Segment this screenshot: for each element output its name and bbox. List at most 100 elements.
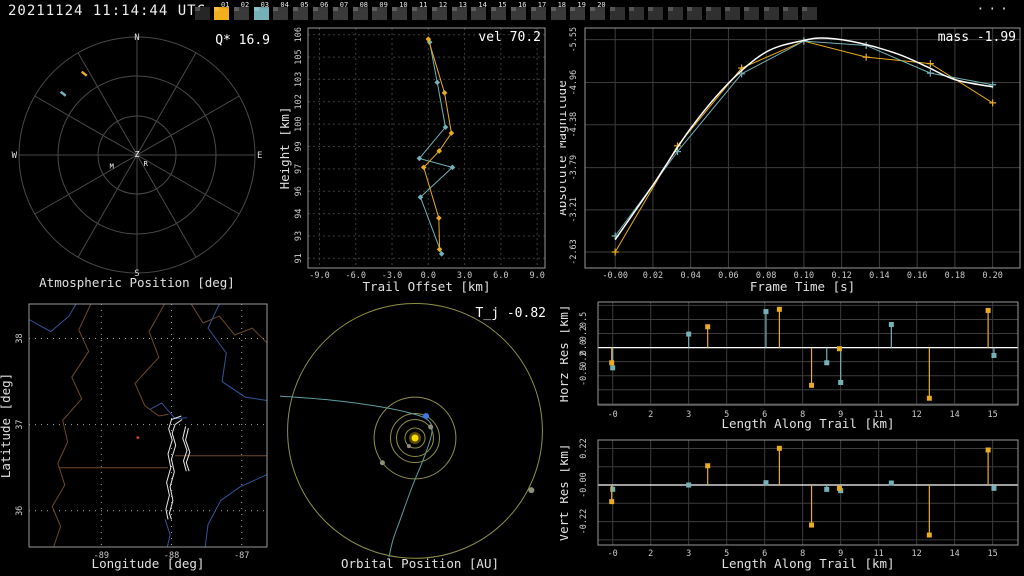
frame-tab-03[interactable]: 03 — [253, 1, 269, 20]
planet-mercury — [406, 444, 411, 449]
frame-tab-13[interactable]: 13 — [451, 1, 467, 20]
y-tick-label: 94 — [294, 208, 304, 218]
x-tick-label: -9.0 — [309, 271, 329, 281]
y-axis-label: Vert Res [km] — [560, 444, 571, 542]
frame-tab-blank-2[interactable] — [629, 7, 645, 20]
horz-res-chart: -0 2 3 5 6 8 9 11 12 14 150.50.20.0-0.2-0.5Length … — [560, 301, 1019, 431]
y-tick-label: -3.79 — [569, 155, 579, 181]
river-4 — [164, 519, 171, 548]
tab-notch — [233, 7, 239, 11]
frame-tab-blank-1[interactable] — [610, 7, 625, 20]
frame-tab-blank-11[interactable] — [802, 7, 817, 20]
frame-tab-blank-4[interactable] — [667, 7, 683, 20]
x-axis-label: Length Along Trail [km] — [721, 556, 894, 571]
annotation: Q* 16.9 — [215, 33, 270, 48]
trail-offset-panel: -9.0 -6.0 -3.0 0.0 3.0 6.0 9.0 91 93 94 96 97 99 100 1… — [280, 25, 560, 300]
frame-tab-02[interactable]: 02 — [233, 1, 249, 20]
frame-tab-17[interactable]: 17 — [530, 1, 546, 20]
frame-tab-blank-lead[interactable] — [195, 7, 210, 20]
frame-tab-blank-5[interactable] — [686, 7, 702, 20]
frame-tab-19[interactable]: 19 — [570, 1, 586, 20]
planet-mars — [379, 460, 385, 466]
tab-notch — [352, 7, 358, 11]
frame-tab-07[interactable]: 07 — [332, 1, 348, 20]
panel-title: Orbital Position [AU] — [341, 556, 499, 571]
river-1 — [207, 303, 268, 401]
tab-notch — [471, 7, 477, 11]
tab-notch — [763, 7, 769, 11]
x-tick-label: 15 — [988, 410, 998, 420]
frame-tab-16[interactable]: 16 — [511, 1, 526, 20]
tab-number: 20 — [597, 1, 606, 9]
tab-number: 17 — [537, 1, 547, 9]
frame-tab-15[interactable]: 15 — [491, 1, 507, 20]
main-screen: 20211124 11:14:44 UTC 01 02 03 04 05 06 07 08 09… — [0, 0, 1024, 576]
lake-shore-2 — [182, 426, 188, 472]
series-station-2 — [416, 39, 456, 257]
frame-tab-04[interactable]: 04 — [273, 1, 289, 20]
overflow-menu[interactable]: ··· — [977, 2, 1012, 17]
x-tick-label: 0.04 — [680, 271, 700, 281]
lake-shore-1 — [168, 419, 183, 520]
frame-tab-blank-3[interactable] — [648, 7, 664, 20]
frame-tab-blank-8[interactable] — [744, 7, 760, 20]
frame-tab-14[interactable]: 14 — [471, 1, 487, 20]
tab-number: 16 — [518, 1, 527, 9]
tab-notch — [610, 7, 615, 11]
frame-tab-06[interactable]: 06 — [313, 1, 328, 20]
tab-number: 06 — [320, 1, 329, 9]
frame-tab-blank-9[interactable] — [763, 7, 779, 20]
atmospheric-position-panel: N S E W Z M R Q* 16.9 Atmospheric Position [deg] — [0, 25, 280, 300]
river-3 — [150, 402, 188, 420]
point-label-M: M — [110, 162, 114, 170]
frame-tab-20[interactable]: 20 — [590, 1, 606, 20]
clock-utc: 20211124 11:14:44 UTC — [8, 3, 207, 19]
tab-number: 15 — [498, 1, 507, 9]
tab-notch — [590, 7, 596, 11]
frame-tab-11[interactable]: 11 — [412, 1, 427, 20]
series-station-1 — [609, 306, 991, 401]
tab-notch — [412, 7, 417, 11]
frame-tab-05[interactable]: 05 — [293, 1, 309, 20]
tab-number: 12 — [438, 1, 448, 9]
frame-tab-18[interactable]: 18 — [550, 1, 566, 20]
state-border-3 — [134, 303, 169, 417]
tab-notch — [392, 7, 398, 11]
frame-tab-01[interactable]: 01 — [214, 1, 229, 20]
tab-notch — [725, 7, 731, 11]
frame-tab-08[interactable]: 08 — [352, 1, 368, 20]
frame-tab-blank-10[interactable] — [782, 7, 798, 20]
y-tick-label: 99 — [294, 141, 304, 151]
tab-notch — [511, 7, 516, 11]
lat-tick-label: 38 — [15, 333, 25, 343]
orbital-position-panel: T_j -0.82 Orbital Position [AU] — [280, 300, 560, 576]
atmospheric-position-chart: NSEW ZM RQ* 16.9Atmospheric Position [deg] — [12, 33, 270, 290]
frame-tab-blank-7[interactable] — [725, 7, 741, 20]
x-tick-label: 12 — [912, 549, 922, 559]
tab-number: 11 — [419, 1, 428, 9]
y-axis-label: Horz Res [km] — [560, 305, 571, 403]
sun — [411, 434, 419, 442]
tab-notch — [293, 7, 299, 11]
tab-notch — [802, 7, 807, 11]
tab-notch — [629, 7, 635, 11]
frame-tab-09[interactable]: 09 — [372, 1, 388, 20]
frame-tab-blank-6[interactable] — [706, 7, 721, 20]
series-station-2 — [610, 480, 997, 494]
frame-tab-12[interactable]: 12 — [431, 1, 447, 20]
compass-n: N — [134, 33, 139, 43]
tab-number: 08 — [359, 1, 369, 9]
planet-venus — [428, 424, 434, 430]
tab-number: 07 — [339, 1, 349, 9]
tab-number: 14 — [478, 1, 487, 9]
meteor-streak-0 — [80, 70, 88, 77]
y-tick-label: 100 — [294, 116, 304, 131]
annotation: vel 70.2 — [478, 30, 541, 45]
frame-tab-10[interactable]: 10 — [392, 1, 408, 20]
y-tick-label: 0.22 — [579, 438, 589, 458]
y-tick-label: 103 — [294, 72, 304, 87]
y-axis-label: Height [km] — [280, 107, 292, 190]
tab-notch — [744, 7, 750, 11]
y-tick-label: -0.5 — [579, 365, 589, 385]
meteor-streak-1 — [59, 90, 67, 97]
